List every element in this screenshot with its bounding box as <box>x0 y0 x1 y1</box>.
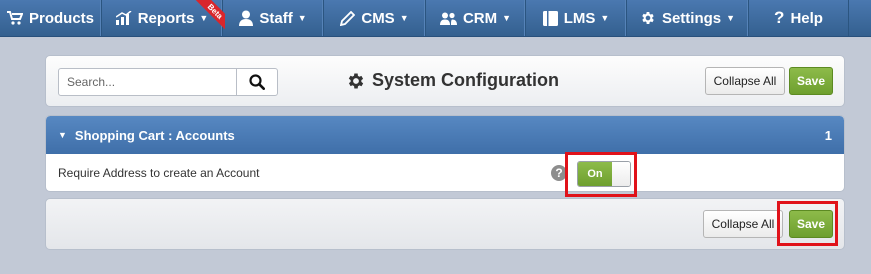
nav-lms[interactable]: LMS ▼ <box>526 0 627 36</box>
pencil-icon <box>340 10 356 26</box>
require-address-toggle[interactable]: On <box>577 161 631 187</box>
footer-panel: Collapse All Save <box>45 198 845 250</box>
nav-staff[interactable]: Staff ▼ <box>223 0 324 36</box>
nav-help[interactable]: ? Help <box>749 0 849 36</box>
search-input[interactable] <box>59 69 236 95</box>
caret-down-icon: ▼ <box>399 13 409 23</box>
caret-down-icon: ▼ <box>726 13 736 23</box>
toggle-on-label: On <box>578 162 612 186</box>
nav-label: Products <box>28 9 94 27</box>
nav-crm[interactable]: CRM ▼ <box>426 0 526 36</box>
cart-icon <box>6 11 23 25</box>
gear-icon <box>346 71 366 91</box>
nav-label: Help <box>790 9 823 27</box>
footer-collapse-all-button[interactable]: Collapse All <box>703 210 783 238</box>
search-icon <box>249 74 265 90</box>
collapse-triangle-icon: ▼ <box>58 130 67 140</box>
nav-label: CMS <box>361 9 395 27</box>
toggle-knob <box>612 162 630 186</box>
nav-settings[interactable]: Settings ▼ <box>627 0 749 36</box>
nav-reports[interactable]: Reports ▼ Beta <box>102 0 225 36</box>
save-button[interactable]: Save <box>789 67 833 95</box>
search-box <box>58 68 278 96</box>
help-icon[interactable]: ? <box>551 165 567 181</box>
section-panel: ▼ Shopping Cart : Accounts 1 Require Add… <box>45 115 845 192</box>
footer-save-button[interactable]: Save <box>789 210 833 238</box>
nav-cms[interactable]: CMS ▼ <box>324 0 426 36</box>
nav-label: CRM <box>462 9 498 27</box>
setting-label: Require Address to create an Account <box>58 166 260 180</box>
collapse-all-button[interactable]: Collapse All <box>705 67 785 95</box>
nav-label: LMS <box>563 9 596 27</box>
page-title: System Configuration <box>346 70 559 91</box>
nav-products[interactable]: Products <box>0 0 102 36</box>
nav-label: Reports <box>137 9 195 27</box>
gear-icon <box>640 10 656 26</box>
caret-down-icon: ▼ <box>297 13 307 23</box>
section-title: Shopping Cart : Accounts <box>74 127 235 143</box>
section-header[interactable]: ▼ Shopping Cart : Accounts 1 <box>46 116 844 154</box>
chart-icon <box>115 11 132 25</box>
top-nav: Products Reports ▼ Beta Staff ▼ CMS ▼ CR… <box>0 0 871 37</box>
nav-label: Staff <box>259 9 293 27</box>
search-button[interactable] <box>236 69 277 95</box>
user-icon <box>239 10 254 26</box>
setting-row: Require Address to create an Account ? O… <box>46 154 844 191</box>
config-header-panel: System Configuration Collapse All Save <box>45 55 845 107</box>
caret-down-icon: ▼ <box>600 13 610 23</box>
nav-label: Settings <box>661 9 722 27</box>
page-title-text: System Configuration <box>372 70 560 90</box>
beta-ribbon: Beta <box>195 0 225 29</box>
book-icon <box>542 10 558 26</box>
question-icon: ? <box>774 8 785 27</box>
users-icon <box>439 12 457 25</box>
section-count: 1 <box>824 128 832 143</box>
caret-down-icon: ▼ <box>502 13 512 23</box>
